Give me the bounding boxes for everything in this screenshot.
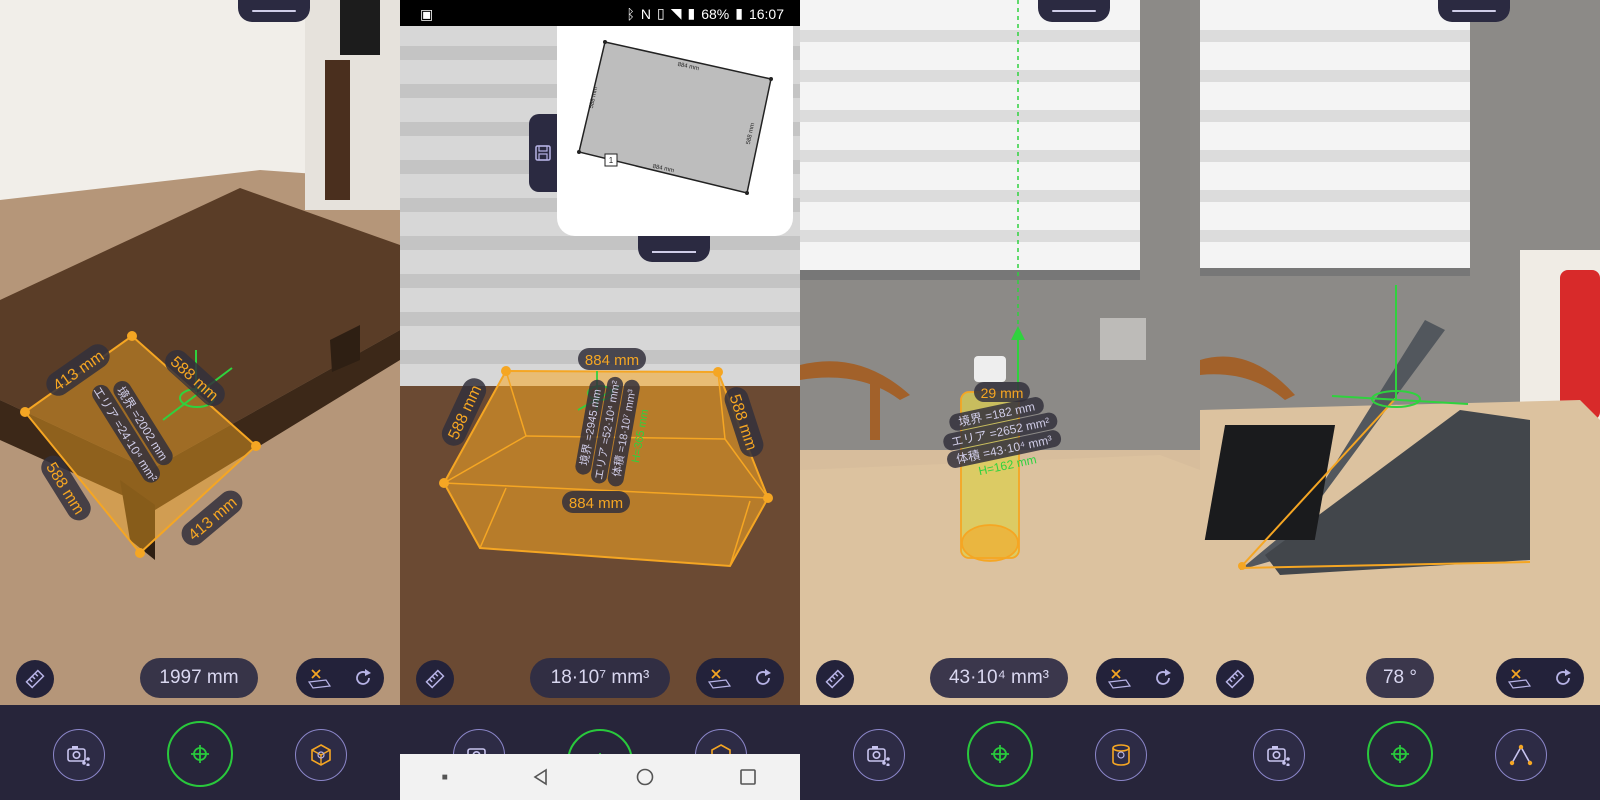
back-icon[interactable] <box>531 767 551 787</box>
crosshair-icon <box>991 745 1009 763</box>
recents-icon[interactable] <box>738 767 758 787</box>
cylinder-icon <box>1112 744 1130 766</box>
undo-icon[interactable] <box>1152 667 1174 689</box>
ruler-button[interactable] <box>16 660 54 698</box>
measurement-readout: 18·10⁷ mm³ <box>530 658 670 698</box>
clear-plane-icon[interactable] <box>1106 667 1132 689</box>
battery-percent: 68% <box>701 5 730 22</box>
ruler-icon <box>825 669 845 689</box>
undo-icon[interactable] <box>352 667 374 689</box>
battery-icon: ▮ <box>735 5 743 21</box>
label-diameter: 29 mm <box>974 382 1030 402</box>
nav-dot-icon: ■ <box>441 771 448 783</box>
wifi-icon: ◥ <box>670 5 682 21</box>
floor-plan-drawing: 884 mm 884 mm 588 mm 588 mm 1 <box>577 40 773 195</box>
mode-button[interactable] <box>295 729 347 781</box>
camera-share-icon <box>67 746 90 766</box>
label-top: 884 mm <box>578 348 646 370</box>
bottom-toolbar <box>1200 705 1600 800</box>
ruler-button[interactable] <box>1216 660 1254 698</box>
crosshair-icon <box>1391 745 1409 763</box>
top-drawer-handle[interactable] <box>238 0 310 22</box>
cube-icon <box>311 744 331 766</box>
tool-pill <box>296 658 384 698</box>
android-nav-bar: ■ <box>400 754 800 800</box>
svg-text:884 mm: 884 mm <box>569 495 623 512</box>
angle-icon <box>1509 744 1533 766</box>
status-bar: ▣ ᛒ N ▯ ◥ ▮ 68% ▮ 16:07 <box>400 0 800 26</box>
add-point-button[interactable] <box>567 729 633 755</box>
ruler-button[interactable] <box>416 660 454 698</box>
camera-view: 413 mm 588 mm 588 mm 413 mm 境界 =2002 mm … <box>0 0 400 705</box>
svg-text:29 mm: 29 mm <box>981 385 1024 401</box>
camera-share-icon <box>867 746 890 766</box>
camera-share-button[interactable] <box>453 729 505 755</box>
measurement-readout: 1997 mm <box>140 658 258 698</box>
tool-pill <box>1496 658 1584 698</box>
add-point-button[interactable] <box>1367 721 1433 787</box>
camera-view: 29 mm 境界 =182 mm エリア =2652 mm² 体積 =43·10… <box>800 0 1200 705</box>
bottom-toolbar <box>800 705 1200 800</box>
clear-plane-icon[interactable] <box>706 667 732 689</box>
measurement-readout: 43·10⁴ mm³ <box>930 658 1068 698</box>
bottom-toolbar <box>0 705 400 800</box>
clear-plane-icon[interactable] <box>1506 667 1532 689</box>
panel-box: 884 mm 588 mm 588 mm 884 mm 境界 =2945 mm … <box>400 0 800 800</box>
camera-share-icon <box>1267 746 1290 766</box>
ruler-icon <box>1225 669 1245 689</box>
bottom-toolbar <box>400 705 800 755</box>
crosshair-icon <box>191 745 209 763</box>
home-icon[interactable] <box>635 767 655 787</box>
signal-icon: ▮ <box>687 5 696 21</box>
add-point-button[interactable] <box>167 721 233 787</box>
clear-plane-icon[interactable] <box>306 667 332 689</box>
add-point-button[interactable] <box>967 721 1033 787</box>
mode-button[interactable] <box>1095 729 1147 781</box>
ruler-icon <box>25 669 45 689</box>
top-drawer-handle[interactable] <box>1038 0 1110 22</box>
floor-plan-handle[interactable] <box>638 236 710 262</box>
ruler-button[interactable] <box>816 660 854 698</box>
save-button[interactable] <box>529 114 557 192</box>
camera-share-button[interactable] <box>53 729 105 781</box>
label-front: 884 mm <box>562 491 630 513</box>
undo-icon[interactable] <box>1552 667 1574 689</box>
camera-share-button[interactable] <box>853 729 905 781</box>
clock: 16:07 <box>748 5 784 22</box>
svg-text:884 mm: 884 mm <box>585 352 639 369</box>
undo-icon[interactable] <box>752 667 774 689</box>
ruler-icon <box>425 669 445 689</box>
floor-plan-panel: 884 mm 884 mm 588 mm 588 mm 1 <box>557 26 793 236</box>
panel-table: 413 mm 588 mm 588 mm 413 mm 境界 =2002 mm … <box>0 0 400 800</box>
camera-view <box>1200 0 1600 705</box>
mode-button[interactable] <box>695 729 747 755</box>
save-icon <box>535 145 551 161</box>
tool-pill <box>1096 658 1184 698</box>
nfc-icon: N <box>640 5 651 22</box>
vibrate-icon: ▯ <box>656 5 665 21</box>
mode-button[interactable] <box>1495 729 1547 781</box>
top-drawer-handle[interactable] <box>1438 0 1510 22</box>
corner-marker: 1 <box>609 156 614 165</box>
measurement-readout: 78 ° <box>1366 658 1434 698</box>
panel-bottle: 29 mm 境界 =182 mm エリア =2652 mm² 体積 =43·10… <box>800 0 1200 800</box>
tool-pill <box>696 658 784 698</box>
panel-laptop: 78 ° <box>1200 0 1600 800</box>
image-notification-icon: ▣ <box>420 6 434 22</box>
camera-share-button[interactable] <box>1253 729 1305 781</box>
bluetooth-icon: ᛒ <box>626 5 635 22</box>
